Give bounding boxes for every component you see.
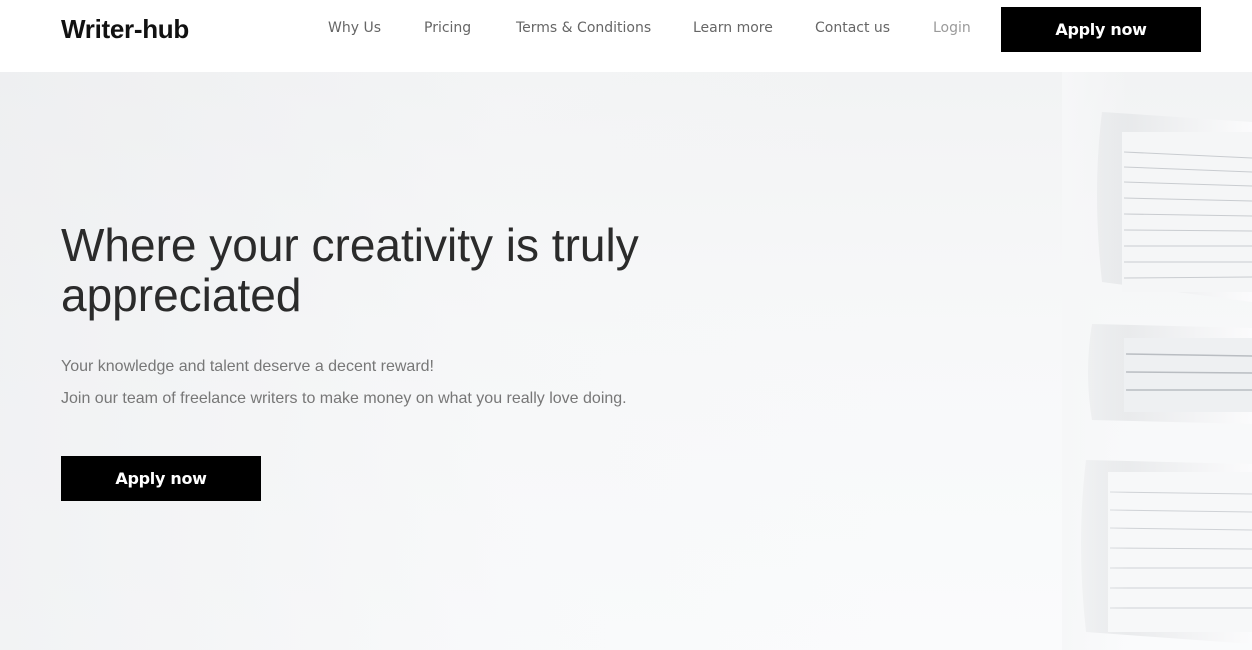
book-stack-image [1062,72,1252,650]
hero-subtitle-line-2: Join our team of freelance writers to ma… [61,390,627,407]
nav-link-terms[interactable]: Terms & Conditions [516,18,651,38]
site-logo[interactable]: Writer-hub [61,14,189,45]
nav-link-learn-more[interactable]: Learn more [693,18,773,38]
nav-link-pricing[interactable]: Pricing [424,18,471,38]
hero-subtitle-line-1: Your knowledge and talent deserve a dece… [61,358,434,375]
nav-link-why-us[interactable]: Why Us [328,18,381,38]
header-apply-now-button[interactable]: Apply now [1001,7,1201,52]
hero-section: Where your creativity is truly appreciat… [0,72,1252,650]
hero-title: Where your creativity is truly appreciat… [61,219,639,321]
landing-page: Writer-hub Why Us Pricing Terms & Condit… [0,0,1252,650]
site-header: Writer-hub Why Us Pricing Terms & Condit… [0,0,1252,72]
hero-apply-now-button[interactable]: Apply now [61,456,261,501]
nav-link-login[interactable]: Login [933,18,971,38]
nav-link-contact-us[interactable]: Contact us [815,18,890,38]
